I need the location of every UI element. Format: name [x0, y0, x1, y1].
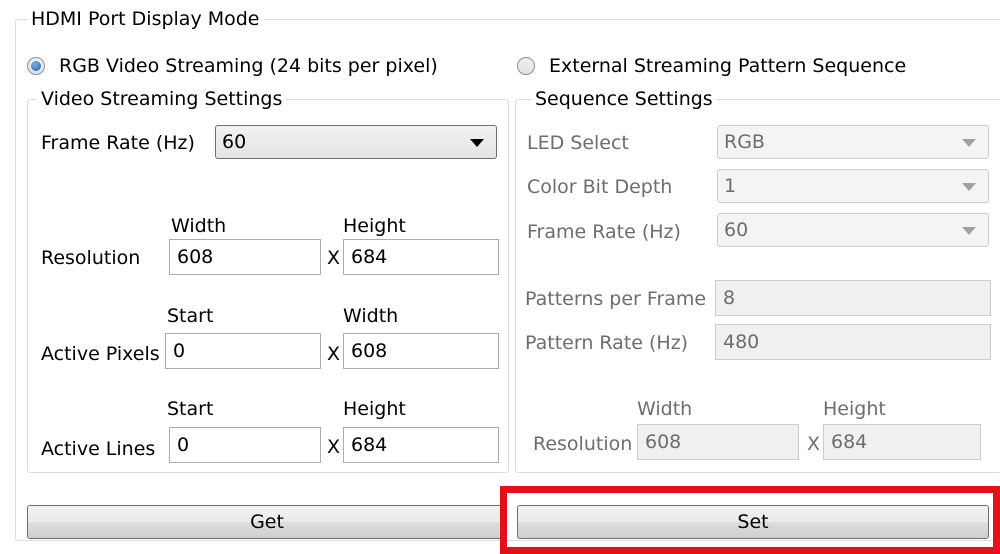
sequence-settings-title: Sequence Settings	[531, 88, 717, 110]
color-bit-depth-label: Color Bit Depth	[527, 176, 673, 198]
active-lines-label: Active Lines	[41, 438, 156, 460]
video-resolution-x-label: X	[327, 247, 341, 269]
video-resolution-width-input[interactable]: 608	[169, 239, 321, 275]
sequence-resolution-width-input[interactable]: 608	[637, 424, 799, 460]
video-resolution-label: Resolution	[41, 247, 141, 269]
led-select-value: RGB	[724, 131, 765, 153]
chevron-down-icon	[962, 139, 976, 147]
video-resolution-width-header: Width	[171, 215, 227, 237]
active-pixels-width-header: Width	[343, 305, 399, 327]
sequence-frame-rate-combo[interactable]: 60	[717, 213, 989, 247]
chevron-down-icon	[962, 183, 976, 191]
pattern-rate-label: Pattern Rate (Hz)	[525, 332, 689, 354]
chevron-down-icon	[470, 139, 484, 147]
video-resolution-height-input[interactable]: 684	[343, 239, 499, 275]
active-lines-start-header: Start	[167, 398, 214, 420]
active-pixels-start-header: Start	[167, 305, 214, 327]
hdmi-display-mode-panel: HDMI Port Display Mode RGB Video Streami…	[0, 0, 1000, 554]
patterns-per-frame-input[interactable]: 8	[715, 280, 991, 316]
sequence-resolution-x-label: X	[807, 433, 821, 455]
color-bit-depth-value: 1	[724, 175, 737, 197]
led-select-label: LED Select	[527, 132, 629, 154]
pattern-rate-input[interactable]: 480	[715, 324, 991, 360]
sequence-frame-rate-value: 60	[724, 219, 749, 241]
sequence-resolution-width-header: Width	[637, 398, 693, 420]
video-frame-rate-label: Frame Rate (Hz)	[41, 132, 195, 154]
active-pixels-start-input[interactable]: 0	[165, 333, 321, 369]
patterns-per-frame-label: Patterns per Frame	[525, 288, 707, 310]
active-pixels-label: Active Pixels	[41, 343, 160, 365]
video-frame-rate-value: 60	[222, 131, 247, 153]
external-sequence-label[interactable]: External Streaming Pattern Sequence	[549, 55, 906, 77]
rgb-streaming-label[interactable]: RGB Video Streaming (24 bits per pixel)	[59, 55, 438, 77]
active-pixels-width-input[interactable]: 608	[343, 333, 499, 369]
get-button[interactable]: Get	[27, 505, 507, 539]
sequence-resolution-height-header: Height	[823, 398, 886, 420]
display-mode-title: HDMI Port Display Mode	[27, 8, 264, 30]
sequence-resolution-height-input[interactable]: 684	[823, 424, 981, 460]
active-lines-height-input[interactable]: 684	[343, 427, 499, 463]
color-bit-depth-combo[interactable]: 1	[717, 169, 989, 203]
active-lines-height-header: Height	[343, 398, 406, 420]
active-lines-x-label: X	[327, 436, 341, 458]
video-frame-rate-combo[interactable]: 60	[215, 125, 497, 159]
rgb-streaming-radio[interactable]	[27, 57, 45, 75]
video-resolution-height-header: Height	[343, 215, 406, 237]
sequence-frame-rate-label: Frame Rate (Hz)	[527, 221, 681, 243]
sequence-resolution-label: Resolution	[533, 433, 633, 455]
led-select-combo[interactable]: RGB	[717, 125, 989, 159]
external-sequence-radio[interactable]	[517, 57, 535, 75]
video-settings-title: Video Streaming Settings	[37, 88, 287, 110]
active-pixels-x-label: X	[327, 343, 341, 365]
set-button-highlight	[500, 486, 1000, 554]
active-lines-start-input[interactable]: 0	[169, 427, 321, 463]
chevron-down-icon	[962, 227, 976, 235]
